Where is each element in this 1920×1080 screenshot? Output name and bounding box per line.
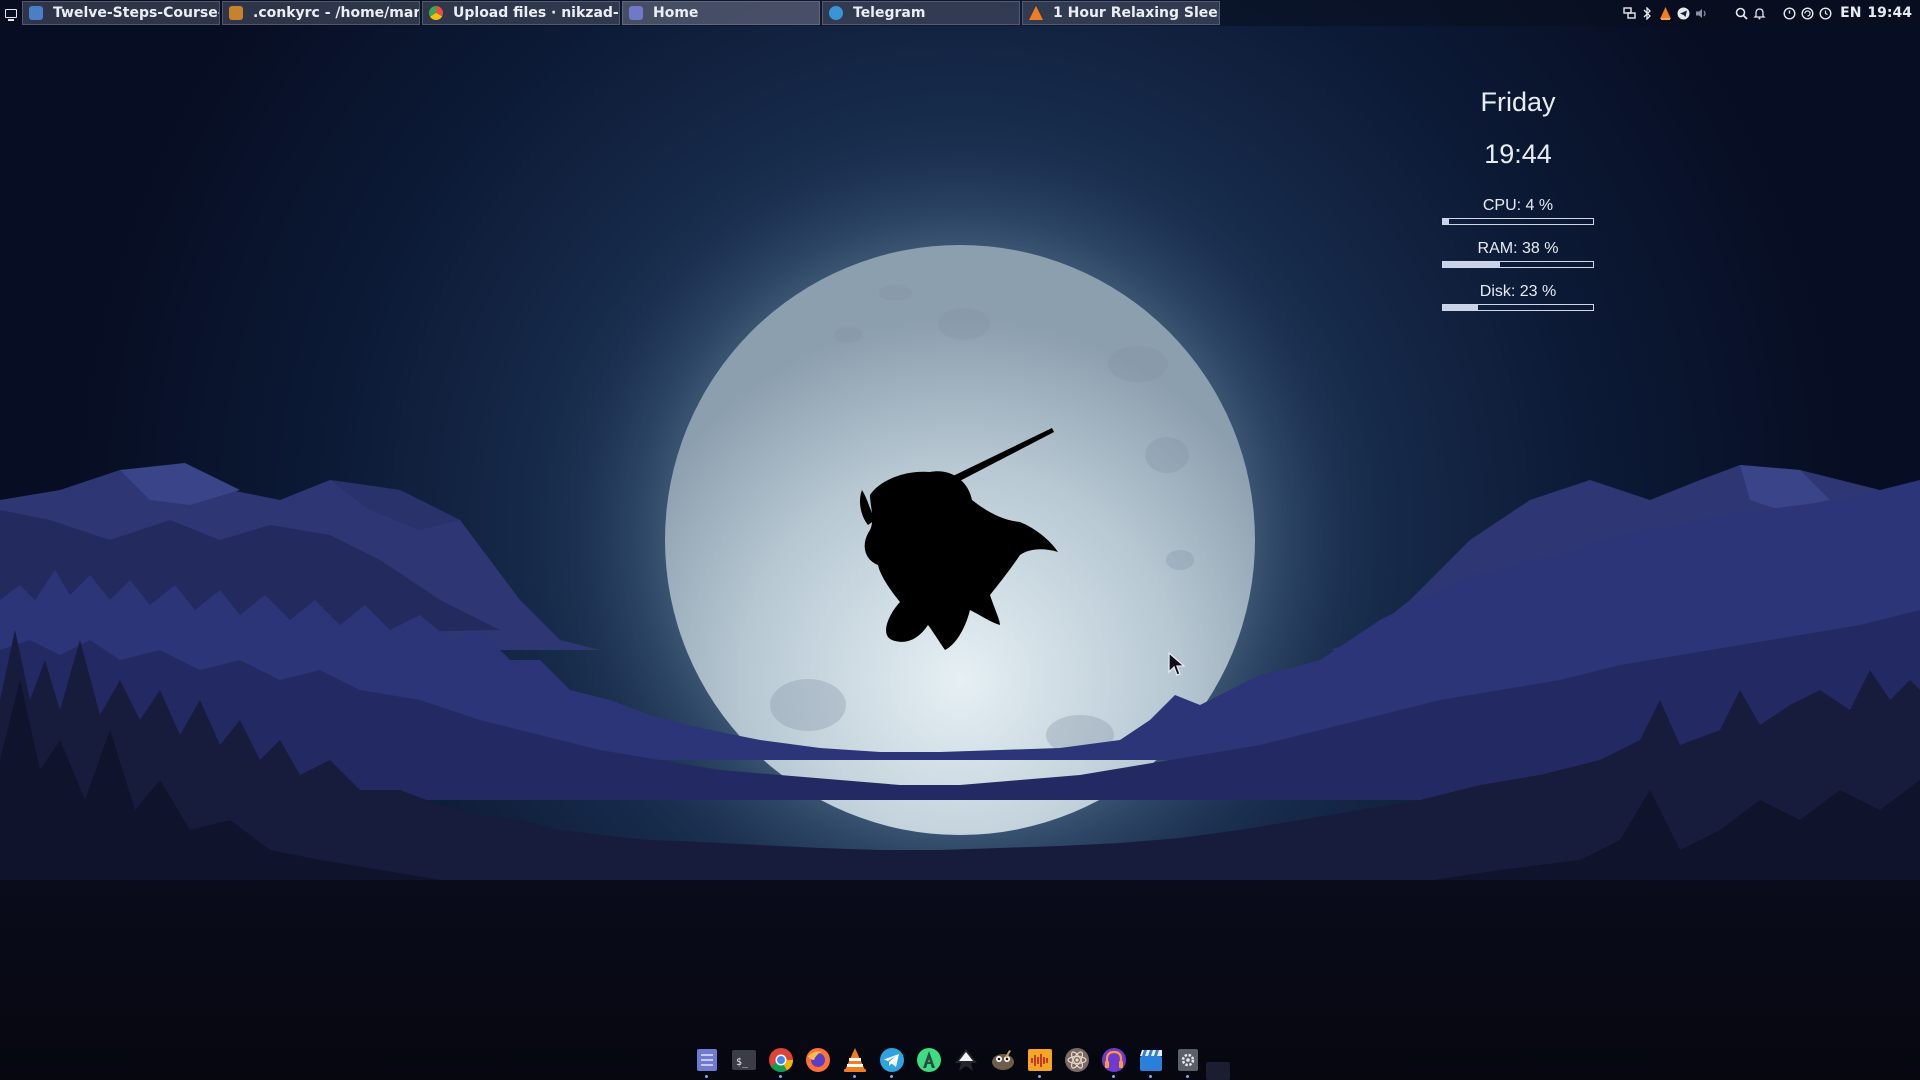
vlc-tray-icon[interactable] xyxy=(1656,0,1674,26)
dock-item-terminal[interactable]: $_ xyxy=(725,1043,762,1077)
power-icon[interactable] xyxy=(1780,0,1798,26)
chrome-icon xyxy=(768,1048,793,1073)
vlc-icon xyxy=(843,1048,866,1072)
refresh-icon[interactable] xyxy=(1798,0,1816,26)
running-indicator xyxy=(1149,1075,1152,1078)
bell-icon[interactable] xyxy=(1750,0,1768,26)
show-desktop-button[interactable] xyxy=(0,0,22,26)
dock-item-firefox[interactable] xyxy=(799,1043,836,1077)
running-indicator xyxy=(890,1075,893,1078)
ram-label: RAM: 38 % xyxy=(1477,240,1559,257)
document-icon xyxy=(29,6,43,20)
running-indicator xyxy=(853,1075,856,1078)
keyboard-layout-indicator[interactable]: EN xyxy=(1834,5,1861,21)
text-editor-icon xyxy=(229,6,243,20)
taskbar: Twelve-Steps-Course-3... .conkyrc - /hom… xyxy=(22,0,1222,26)
task-label: .conkyrc - /home/marc... xyxy=(253,5,419,21)
wallpaper xyxy=(0,0,1920,1080)
vlc-icon xyxy=(1029,6,1043,20)
file-manager-icon xyxy=(696,1049,717,1071)
task-button[interactable]: 1 Hour Relaxing Sleep ... xyxy=(1022,1,1220,25)
task-button[interactable]: Twelve-Steps-Course-3... xyxy=(22,1,220,25)
chrome-icon xyxy=(429,6,443,20)
running-indicator xyxy=(1186,1075,1189,1078)
dock-item-vlc[interactable] xyxy=(836,1043,873,1078)
dock-item-file-manager[interactable] xyxy=(688,1043,725,1078)
gimp-icon xyxy=(991,1050,1014,1070)
task-label: Twelve-Steps-Course-3... xyxy=(53,5,219,21)
dock-item-chrome[interactable] xyxy=(762,1043,799,1078)
panel-clock[interactable]: 19:44 xyxy=(1861,5,1912,21)
inkscape-icon xyxy=(954,1049,977,1071)
monitor-icon xyxy=(5,8,17,21)
audio-editor-icon xyxy=(1027,1049,1052,1071)
terminal-glyph: $_ xyxy=(736,1057,749,1068)
network-icon[interactable] xyxy=(1620,0,1638,26)
running-indicator xyxy=(779,1075,782,1078)
volume-icon[interactable] xyxy=(1692,0,1710,26)
running-indicator xyxy=(1112,1075,1115,1078)
cpu-bar-fill xyxy=(1443,219,1449,224)
dock-item-android-studio[interactable] xyxy=(910,1043,947,1077)
task-button[interactable]: Upload files · nikzad-av... xyxy=(422,1,620,25)
task-label: 1 Hour Relaxing Sleep ... xyxy=(1053,5,1219,21)
telegram-icon xyxy=(879,1048,904,1072)
cpu-meter: CPU: 4 % xyxy=(1442,196,1594,225)
dock-trash-slot[interactable] xyxy=(1206,1062,1230,1080)
top-panel: Twelve-Steps-Course-3... .conkyrc - /hom… xyxy=(0,0,1920,26)
cpu-bar xyxy=(1442,218,1594,225)
dock-item-inkscape[interactable] xyxy=(947,1043,984,1077)
conky-time: 19:44 xyxy=(1484,139,1552,169)
search-icon[interactable] xyxy=(1732,0,1750,26)
running-indicator xyxy=(705,1075,708,1078)
mouse-cursor-icon xyxy=(1168,652,1186,676)
telegram-tray-icon[interactable] xyxy=(1674,0,1692,26)
conky-widget: Friday 19:44 CPU: 4 % RAM: 38 % Disk: 23… xyxy=(1440,80,1596,311)
podcast-icon xyxy=(1101,1048,1126,1072)
dock-item-video-editor[interactable] xyxy=(1132,1043,1169,1078)
file-manager-icon xyxy=(629,6,643,20)
system-tray: EN 19:44 xyxy=(1620,0,1912,26)
disk-bar-fill xyxy=(1443,305,1478,310)
android-studio-icon xyxy=(916,1048,941,1072)
bluetooth-icon[interactable] xyxy=(1638,0,1656,26)
dock-item-audio-editor[interactable] xyxy=(1021,1043,1058,1078)
desktop[interactable]: Twelve-Steps-Course-3... .conkyrc - /hom… xyxy=(0,0,1920,1080)
disk-bar xyxy=(1442,304,1594,311)
telegram-icon xyxy=(829,6,843,20)
task-label: Upload files · nikzad-av... xyxy=(453,5,619,21)
video-editor-icon xyxy=(1139,1050,1162,1071)
dock-item-podcast[interactable] xyxy=(1095,1043,1132,1078)
dock-item-gimp[interactable] xyxy=(984,1043,1021,1077)
dock-item-settings[interactable] xyxy=(1169,1043,1206,1078)
task-button[interactable]: Telegram xyxy=(822,1,1020,25)
disk-label: Disk: 23 % xyxy=(1479,283,1557,300)
atom-icon xyxy=(1064,1048,1089,1072)
disk-meter: Disk: 23 % xyxy=(1442,282,1594,311)
task-button[interactable]: .conkyrc - /home/marc... xyxy=(222,1,420,25)
dock: $_ xyxy=(688,1043,1206,1078)
ram-meter: RAM: 38 % xyxy=(1442,239,1594,268)
cpu-label: CPU: 4 % xyxy=(1482,197,1554,214)
clock-icon[interactable] xyxy=(1816,0,1834,26)
settings-icon xyxy=(1177,1049,1198,1071)
task-label: Telegram xyxy=(853,5,926,21)
firefox-icon xyxy=(805,1048,830,1072)
conky-day: Friday xyxy=(1480,87,1556,117)
running-indicator xyxy=(1038,1075,1041,1078)
terminal-icon: $_ xyxy=(731,1050,756,1070)
ram-bar-fill xyxy=(1443,262,1500,267)
ram-bar xyxy=(1442,261,1594,268)
task-label: Home xyxy=(653,5,699,21)
dock-item-telegram[interactable] xyxy=(873,1043,910,1078)
task-button[interactable]: Home xyxy=(622,1,820,25)
dock-item-atom[interactable] xyxy=(1058,1043,1095,1077)
